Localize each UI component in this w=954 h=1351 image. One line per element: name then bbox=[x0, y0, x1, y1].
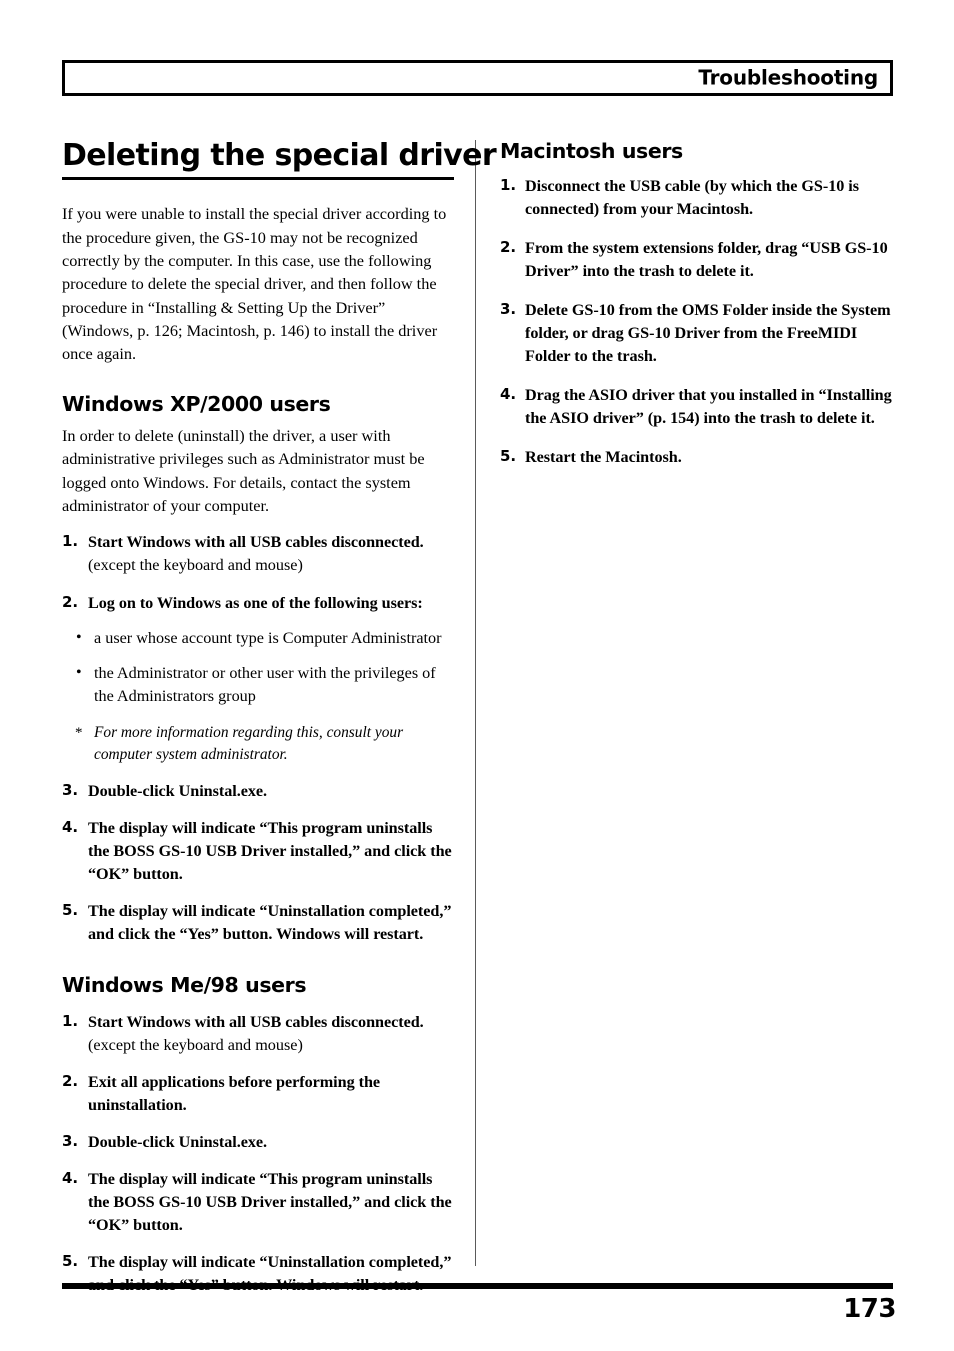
step-text: Drag the ASIO driver that you installed … bbox=[525, 385, 892, 427]
right-column: Macintosh users 1. Disconnect the USB ca… bbox=[500, 140, 894, 469]
step-text: Double-click Uninstal.exe. bbox=[88, 782, 268, 801]
list-item: 2. Exit all applications before performi… bbox=[62, 1071, 454, 1117]
step-text: Exit all applications before performing … bbox=[88, 1073, 381, 1115]
list-item: 1. Start Windows with all USB cables dis… bbox=[62, 1011, 454, 1057]
section-heading-macintosh: Macintosh users bbox=[500, 139, 683, 163]
step-text: Restart the Macintosh. bbox=[525, 447, 682, 466]
step-number: 1. bbox=[62, 1011, 79, 1030]
footer-rule bbox=[62, 1283, 893, 1289]
footnote-text: For more information regarding this, con… bbox=[94, 724, 404, 764]
running-header-title: Troubleshooting bbox=[698, 65, 878, 90]
page-title: Deleting the special driver bbox=[62, 139, 497, 181]
list-item: 3. Delete GS-10 from the OMS Folder insi… bbox=[500, 299, 894, 368]
column-divider bbox=[475, 140, 476, 1266]
step-text: Log on to Windows as one of the followin… bbox=[88, 593, 423, 612]
step-number: 3. bbox=[62, 781, 79, 800]
step-subtext: (except the keyboard and mouse) bbox=[88, 1035, 303, 1054]
section-heading-windows-xp-2000: Windows XP/2000 users bbox=[62, 392, 331, 417]
step-subtext: (except the keyboard and mouse) bbox=[88, 556, 303, 575]
step-text: Start Windows with all USB cables discon… bbox=[88, 533, 424, 552]
step-number: 3. bbox=[500, 299, 517, 318]
step-number: 2. bbox=[62, 592, 79, 611]
section-heading-windows-me-98: Windows Me/98 users bbox=[62, 973, 307, 998]
list-item: 1. Start Windows with all USB cables dis… bbox=[62, 531, 454, 577]
list-item: 5. The display will indicate “Uninstalla… bbox=[62, 1251, 454, 1297]
step-number: 1. bbox=[62, 532, 79, 551]
step-text: Double-click Uninstal.exe. bbox=[88, 1133, 268, 1152]
list-item: 5. The display will indicate “Uninstalla… bbox=[62, 900, 454, 946]
running-header-box: Troubleshooting bbox=[62, 60, 893, 96]
list-item: 2. From the system extensions folder, dr… bbox=[500, 237, 894, 283]
step-number: 1. bbox=[500, 175, 517, 194]
step-text: From the system extensions folder, drag … bbox=[525, 238, 888, 280]
step-number: 2. bbox=[500, 237, 517, 256]
list-item: 1. Disconnect the USB cable (by which th… bbox=[500, 175, 894, 221]
step-number: 5. bbox=[500, 446, 517, 465]
step-text: Delete GS-10 from the OMS Folder inside … bbox=[525, 300, 891, 365]
step-number: 2. bbox=[62, 1072, 79, 1091]
step-text: Disconnect the USB cable (by which the G… bbox=[525, 176, 859, 218]
list-item: • a user whose account type is Computer … bbox=[62, 627, 454, 650]
step-text: The display will indicate “Uninstallatio… bbox=[88, 902, 452, 944]
bullet-text: a user whose account type is Computer Ad… bbox=[94, 628, 442, 647]
step-number: 5. bbox=[62, 1252, 79, 1271]
list-item: • the Administrator or other user with t… bbox=[62, 662, 454, 708]
bullet-text: the Administrator or other user with the… bbox=[94, 663, 436, 705]
list-item: 4. Drag the ASIO driver that you install… bbox=[500, 384, 894, 430]
step-text: Start Windows with all USB cables discon… bbox=[88, 1012, 424, 1031]
page-number: 173 bbox=[843, 1294, 896, 1324]
list-item: 5. Restart the Macintosh. bbox=[500, 446, 894, 469]
list-item: 2. Log on to Windows as one of the follo… bbox=[62, 592, 454, 615]
step-text: The display will indicate “This program … bbox=[88, 819, 452, 884]
step-number: 3. bbox=[62, 1132, 79, 1151]
footnote-marker: * bbox=[75, 725, 83, 742]
list-item: 3. Double-click Uninstal.exe. bbox=[62, 780, 454, 803]
intro-paragraph: If you were unable to install the specia… bbox=[62, 204, 447, 364]
list-item: 4. The display will indicate “This progr… bbox=[62, 1168, 454, 1237]
step-text: The display will indicate “This program … bbox=[88, 1170, 452, 1235]
step-number: 4. bbox=[62, 1169, 79, 1188]
step-number: 5. bbox=[62, 901, 79, 920]
list-item: 4. The display will indicate “This progr… bbox=[62, 817, 454, 886]
bullet-icon: • bbox=[76, 628, 82, 646]
bullet-icon: • bbox=[76, 663, 82, 681]
xp2000-intro-paragraph: In order to delete (uninstall) the drive… bbox=[62, 426, 425, 515]
step-number: 4. bbox=[62, 818, 79, 837]
step-number: 4. bbox=[500, 384, 517, 403]
left-column: Deleting the special driver If you were … bbox=[62, 139, 497, 1297]
footnote: * For more information regarding this, c… bbox=[62, 722, 454, 766]
list-item: 3. Double-click Uninstal.exe. bbox=[62, 1131, 454, 1154]
